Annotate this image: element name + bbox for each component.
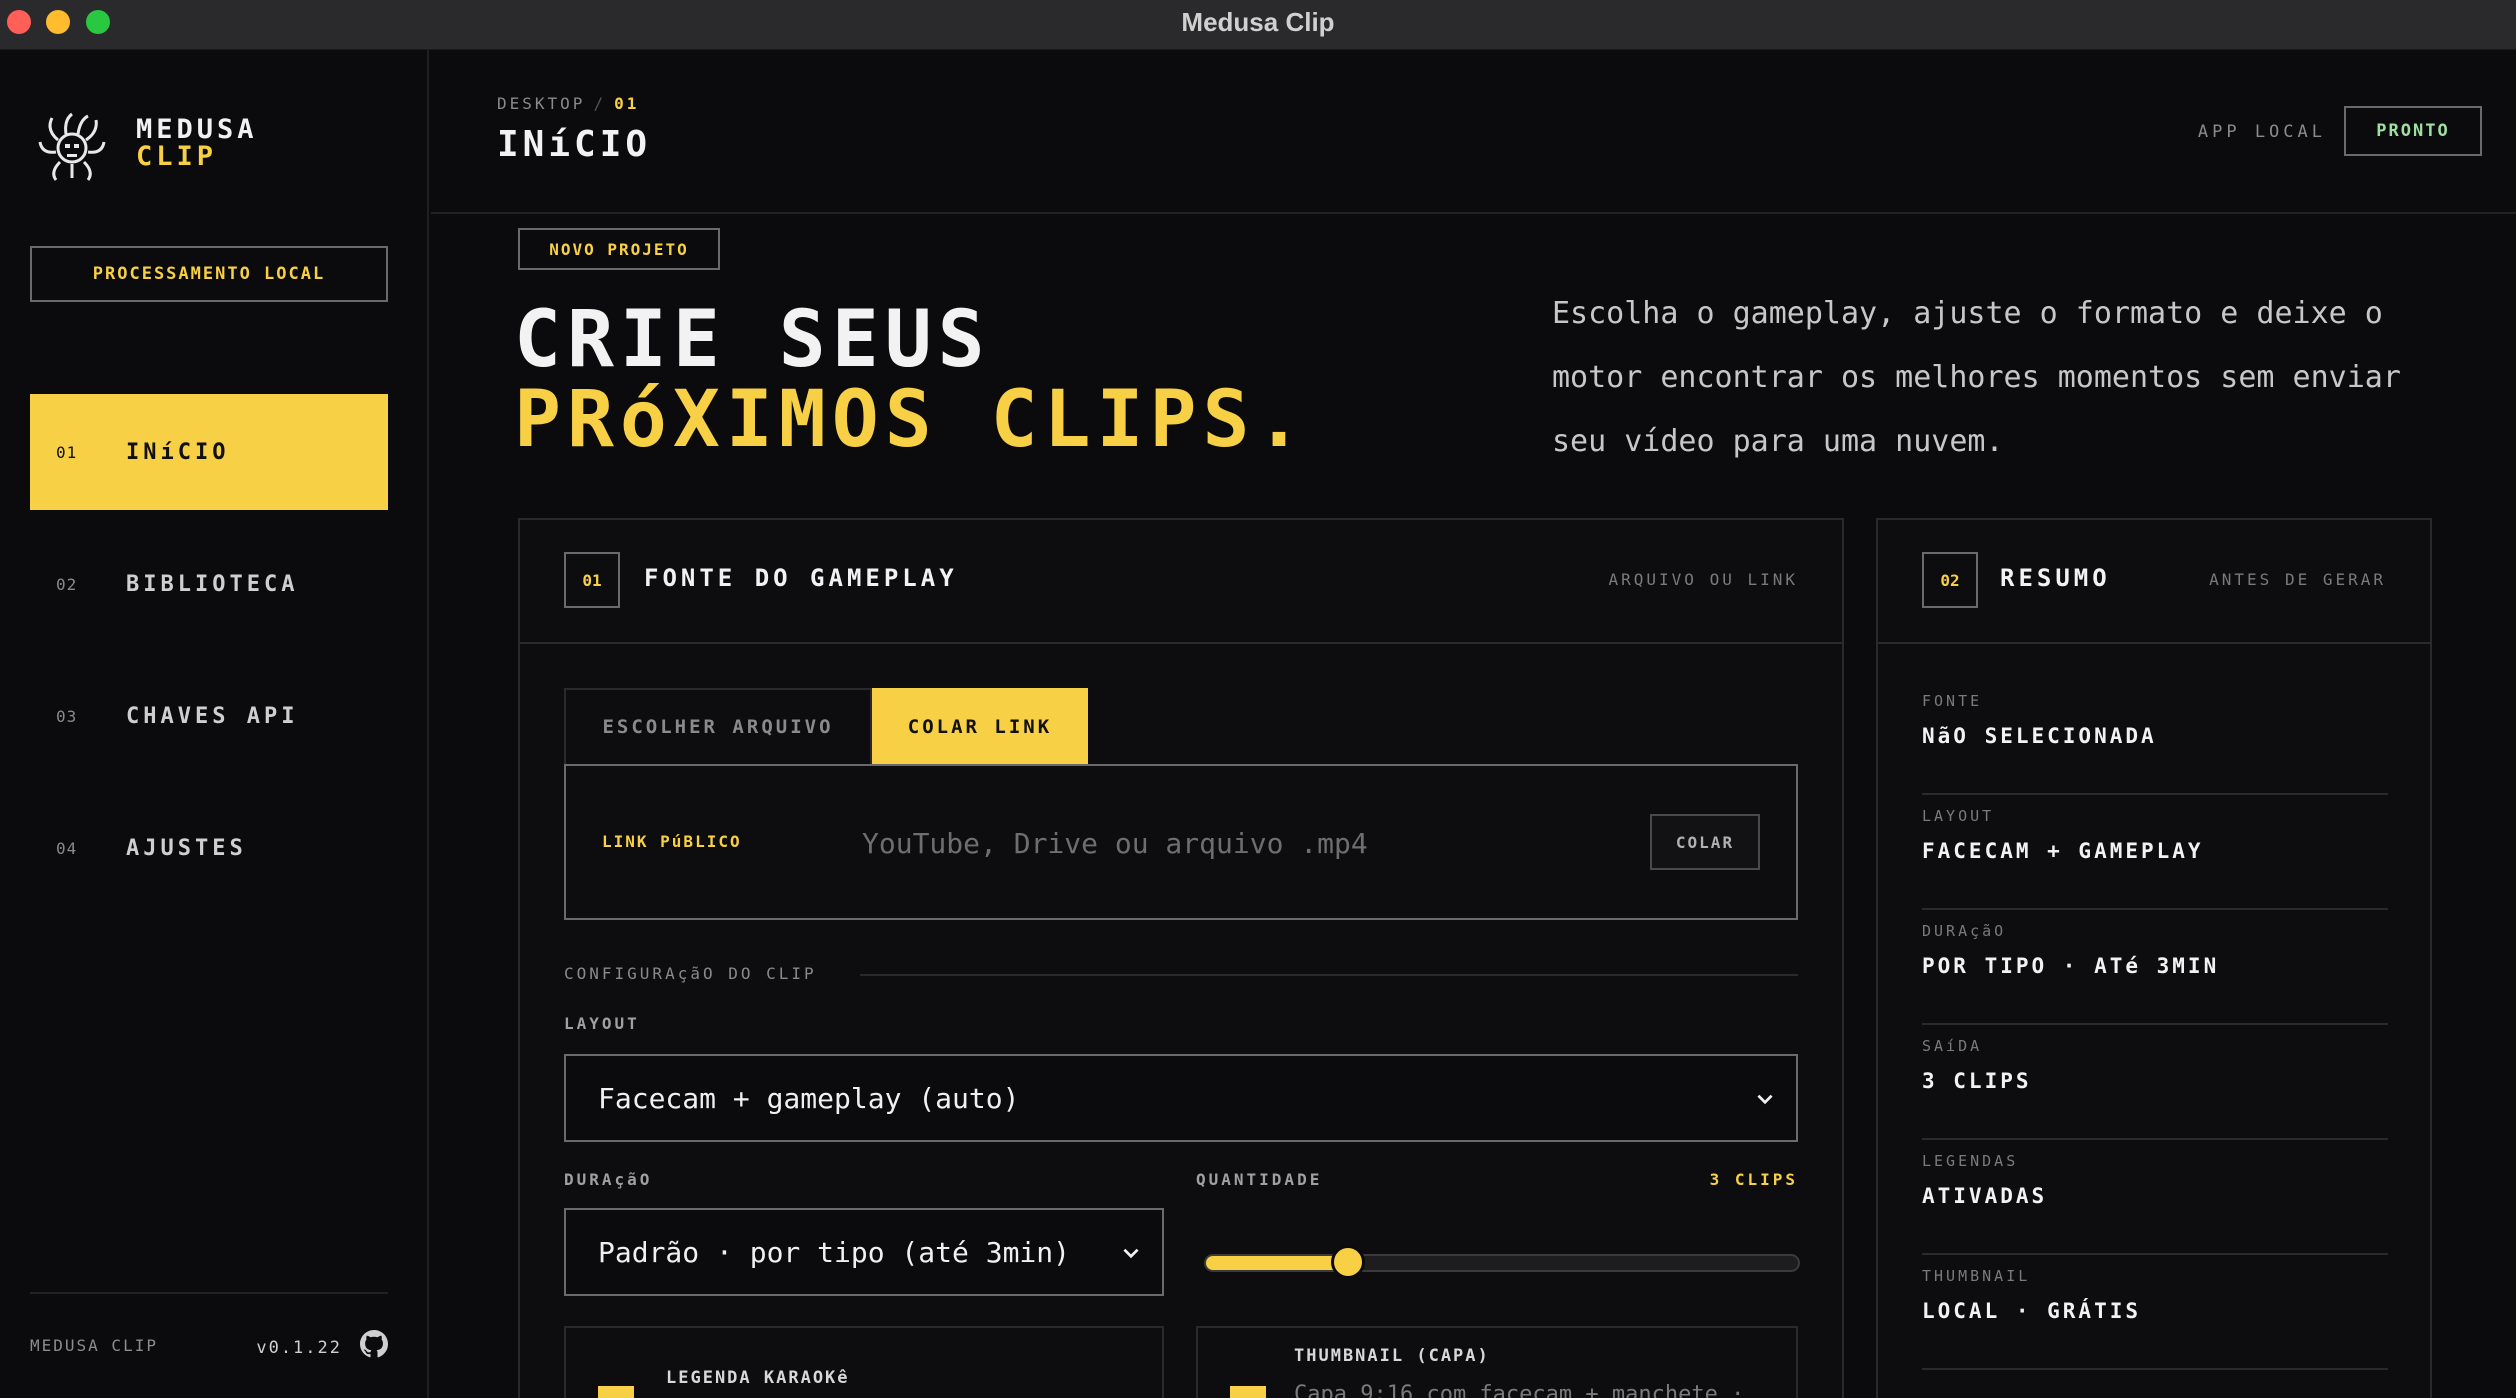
sidebar-item-label: BIBLIOTECA	[126, 571, 299, 597]
summary-value: POR TIPO · ATé 3MIN	[1922, 954, 2220, 978]
quantity-slider[interactable]	[1204, 1245, 1800, 1279]
duration-select[interactable]: Padrão · por tipo (até 3min)	[564, 1208, 1164, 1296]
summary-row-captions: LEGENDAS ATIVADAS	[1922, 1140, 2388, 1255]
karaoke-checkbox[interactable]	[598, 1386, 634, 1398]
breadcrumb-separator: /	[593, 94, 607, 113]
layout-label: LAYOUT	[564, 1014, 640, 1033]
quantity-count: 3 CLIPS	[1709, 1170, 1798, 1189]
layout-select[interactable]: Facecam + gameplay (auto)	[564, 1054, 1798, 1142]
breadcrumb-current: 01	[614, 94, 640, 113]
window-title: Medusa Clip	[1181, 7, 1335, 37]
panel-title: RESUMO	[2000, 564, 2111, 592]
summary-value: LOCAL · GRÁTIS	[1922, 1299, 2142, 1323]
panel-number: 02	[1922, 552, 1978, 608]
panel-number: 01	[564, 552, 620, 608]
sidebar-item-ajustes[interactable]: 04 AJUSTES	[30, 790, 388, 906]
summary-list: FONTE NãO SELECIONADA LAYOUT FACECAM + G…	[1922, 680, 2388, 1370]
thumbnail-checkbox[interactable]	[1230, 1386, 1266, 1398]
clip-config-label: CONFIGURAçãO DO CLIP	[564, 964, 817, 983]
sidebar-item-number: 04	[56, 838, 78, 858]
summary-row-layout: LAYOUT FACECAM + GAMEPLAY	[1922, 795, 2388, 910]
sidebar-footer: MEDUSA CLIP v0.1.22	[30, 1292, 388, 1372]
summary-key: LEGENDAS	[1922, 1152, 2019, 1170]
panel-aside: ANTES DE GERAR	[2209, 570, 2386, 589]
summary-value: 3 CLIPS	[1922, 1069, 2032, 1093]
summary-value: FACECAM + GAMEPLAY	[1922, 839, 2204, 863]
divider	[860, 974, 1798, 976]
hero-title-line-1: CRIE SEUS	[514, 295, 991, 385]
gameplay-source-panel: 01 FONTE DO GAMEPLAY ARQUIVO OU LINK ESC…	[518, 518, 1844, 1398]
medusa-logo-icon	[38, 112, 106, 181]
logo-line-1: MEDUSA	[136, 114, 258, 145]
hero-description: Escolha o gameplay, ajuste o formato e d…	[1552, 296, 2401, 459]
summary-value: ATIVADAS	[1922, 1184, 2048, 1208]
logo-wordmark: MEDUSA CLIP	[136, 116, 258, 170]
panel-header: 02 RESUMO ANTES DE GERAR	[1878, 520, 2430, 644]
duration-label: DURAçãO	[564, 1170, 653, 1189]
logo-line-2: CLIP	[136, 141, 218, 172]
karaoke-caption-option[interactable]: LEGENDA KARAOKê	[564, 1326, 1164, 1398]
summary-key: SAíDA	[1922, 1037, 1983, 1055]
layout-select-value: Facecam + gameplay (auto)	[598, 1081, 1020, 1115]
quantity-slider-fill	[1206, 1256, 1348, 1270]
summary-value: NãO SELECIONADA	[1922, 724, 2157, 748]
thumbnail-option-description: Capa 9:16 com facecam + manchete ·	[1294, 1382, 1745, 1398]
sidebar-item-label: INíCIO	[126, 439, 230, 465]
paste-button[interactable]: COLAR	[1650, 814, 1760, 870]
summary-key: DURAçãO	[1922, 922, 2007, 940]
karaoke-option-title: LEGENDA KARAOKê	[666, 1368, 850, 1388]
summary-key: FONTE	[1922, 692, 1983, 710]
link-input[interactable]	[862, 818, 1622, 868]
status-badge: PRONTO	[2344, 106, 2482, 156]
app-local-label: APP LOCAL	[2197, 122, 2326, 142]
sidebar-item-label: CHAVES API	[126, 703, 299, 729]
panel-title: FONTE DO GAMEPLAY	[644, 564, 958, 592]
chevron-down-icon	[1757, 1094, 1773, 1105]
sidebar-item-label: AJUSTES	[126, 835, 247, 861]
panel-aside: ARQUIVO OU LINK	[1608, 570, 1798, 589]
sidebar-item-inicio[interactable]: 01 INíCIO	[30, 394, 388, 510]
sidebar-item-biblioteca[interactable]: 02 BIBLIOTECA	[30, 526, 388, 642]
sidebar-item-number: 03	[56, 706, 78, 726]
summary-row-output: SAíDA 3 CLIPS	[1922, 1025, 2388, 1140]
breadcrumb: DESKTOP / 01	[497, 94, 639, 113]
duration-select-value: Padrão · por tipo (até 3min)	[598, 1235, 1071, 1269]
tab-paste-link[interactable]: COLAR LINK	[872, 688, 1088, 764]
github-icon[interactable]	[360, 1330, 388, 1358]
hero-title: CRIE SEUS PRóXIMOS CLIPS.	[514, 300, 1308, 460]
hero-title-line-2: PRóXIMOS CLIPS.	[514, 375, 1309, 465]
local-processing-badge: PROCESSAMENTO LOCAL	[30, 246, 388, 302]
sidebar-item-number: 01	[56, 442, 78, 462]
thumbnail-option[interactable]: THUMBNAIL (CAPA) Capa 9:16 com facecam +…	[1196, 1326, 1798, 1398]
link-input-box: LINK PúBLICO COLAR	[564, 764, 1798, 920]
link-label: LINK PúBLICO	[602, 832, 742, 851]
panel-header: 01 FONTE DO GAMEPLAY ARQUIVO OU LINK	[520, 520, 1842, 644]
footer-version: v0.1.22	[256, 1338, 342, 1358]
summary-key: THUMBNAIL	[1922, 1267, 2031, 1285]
summary-row-thumbnail: THUMBNAIL LOCAL · GRÁTIS	[1922, 1255, 2388, 1370]
source-tabs: ESCOLHER ARQUIVO COLAR LINK	[564, 688, 1088, 764]
summary-key: LAYOUT	[1922, 807, 1995, 825]
footer-app-name: MEDUSA CLIP	[30, 1336, 158, 1355]
thumbnail-option-title: THUMBNAIL (CAPA)	[1294, 1346, 1490, 1366]
summary-row-source: FONTE NãO SELECIONADA	[1922, 680, 2388, 795]
chevron-down-icon	[1123, 1248, 1139, 1259]
breadcrumb-root[interactable]: DESKTOP	[497, 94, 585, 113]
sidebar-nav: 01 INíCIO 02 BIBLIOTECA 03 CHAVES API 04…	[30, 394, 388, 922]
sidebar-item-chaves-api[interactable]: 03 CHAVES API	[30, 658, 388, 774]
new-project-badge: NOVO PROJETO	[518, 228, 720, 270]
quantity-label: QUANTIDADE	[1196, 1170, 1323, 1189]
page-header: DESKTOP / 01 INíCIO APP LOCAL PRONTO	[431, 50, 2516, 214]
window-titlebar: Medusa Clip	[0, 0, 2516, 50]
summary-row-duration: DURAçãO POR TIPO · ATé 3MIN	[1922, 910, 2388, 1025]
quantity-slider-thumb[interactable]	[1331, 1245, 1365, 1279]
tab-choose-file[interactable]: ESCOLHER ARQUIVO	[564, 688, 872, 764]
page-title: INíCIO	[497, 124, 652, 165]
sidebar: MEDUSA CLIP PROCESSAMENTO LOCAL 01 INíCI…	[0, 50, 429, 1398]
sidebar-item-number: 02	[56, 574, 78, 594]
summary-panel: 02 RESUMO ANTES DE GERAR FONTE NãO SELEC…	[1876, 518, 2432, 1398]
